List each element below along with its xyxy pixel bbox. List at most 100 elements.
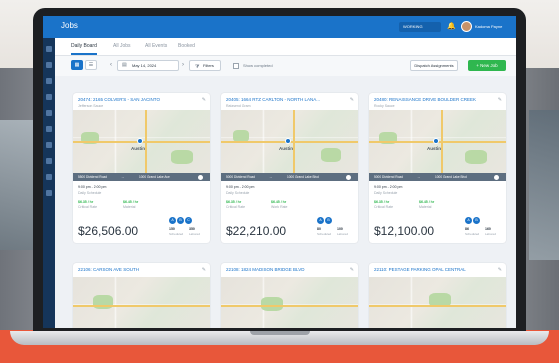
tech-avatar[interactable]: A — [465, 217, 472, 224]
route-end: 1000 Grand Lake Ave — [139, 175, 170, 179]
job-stat-2: 350 — [189, 227, 195, 231]
app-topbar: Jobs WORKING 🔔 Kadoma Payne — [43, 16, 516, 38]
tech-badges: ABC — [169, 208, 193, 224]
tab-booked[interactable]: Booked — [178, 43, 195, 49]
job-price: $22,210.00 — [226, 224, 287, 238]
job-title[interactable]: 20474: 2165 COLVER'S - SAN JACINTO — [78, 97, 160, 102]
tech-avatar[interactable]: C — [185, 217, 192, 224]
tech-avatar[interactable]: B — [473, 217, 480, 224]
job-card[interactable]: 20474: 2165 COLVER'S - SAN JACINTO Jeffe… — [73, 93, 210, 243]
job-map[interactable] — [73, 277, 210, 328]
chevron-left-icon[interactable]: ‹ — [107, 60, 115, 71]
bell-icon[interactable]: 🔔 — [447, 22, 456, 31]
sidebar-icon-customers[interactable] — [46, 94, 52, 100]
sidebar-icon-reports[interactable] — [46, 126, 52, 132]
job-stat-2: 160 — [485, 227, 491, 231]
map-city-label: Austin — [427, 146, 441, 151]
sidebar-icon-team[interactable] — [46, 142, 52, 148]
pencil-icon[interactable]: ✎ — [498, 97, 502, 103]
filter-icon: ⧩ — [195, 64, 200, 70]
route-arrow: → — [121, 175, 125, 179]
pencil-icon[interactable]: ✎ — [498, 267, 502, 273]
route-bar: 5000 Dividend Road → 1000 Grand Lake Blv… — [369, 173, 506, 181]
pencil-icon[interactable]: ✎ — [350, 267, 354, 273]
job-customer: Jefferson Sauce — [78, 104, 104, 108]
map-highway — [73, 305, 210, 307]
map-park — [465, 150, 487, 164]
job-type: Daily Schedule — [374, 191, 398, 195]
job-map[interactable] — [369, 277, 506, 328]
job-title[interactable]: 20480: RENAISSANCE DRIVE BOULDER CREEK — [374, 97, 476, 102]
new-job-button[interactable]: + New Job — [468, 60, 506, 71]
job-rate-2-label: Material — [419, 205, 432, 209]
route-arrow: → — [417, 175, 421, 179]
route-status-icon — [346, 174, 351, 180]
dispatch-assignments-button[interactable]: Dispatch Assignments — [410, 60, 458, 71]
tech-avatar[interactable]: A — [169, 217, 176, 224]
show-completed-checkbox[interactable] — [233, 63, 239, 69]
map-park — [261, 297, 283, 311]
route-bar: 5500 Dividend Road → 1000 Grand Lake Ave — [73, 173, 210, 181]
map-pin-icon[interactable] — [285, 138, 291, 144]
tab-all-jobs[interactable]: All Jobs — [113, 43, 131, 49]
job-card[interactable]: 22110: PESTAGE PARKING OPAL CENTRAL ✎ — [369, 263, 506, 328]
job-card[interactable]: 20480: RENAISSANCE DRIVE BOULDER CREEK R… — [369, 93, 506, 243]
job-rate-2: $6.45 / hr — [271, 200, 287, 204]
job-card[interactable]: 22106: CARSON AVE SOUTH ✎ — [73, 263, 210, 328]
sidebar-icon-help[interactable] — [46, 190, 52, 196]
job-rate-1: $6.35 / hr — [374, 200, 390, 204]
calendar-icon: ▤ — [122, 62, 127, 68]
sidebar-icon-calendar[interactable] — [46, 78, 52, 84]
sidebar-icon-inventory[interactable] — [46, 158, 52, 164]
tech-avatar[interactable]: A — [317, 217, 324, 224]
sidebar-icon-invoices[interactable] — [46, 110, 52, 116]
tab-all-events[interactable]: All Events — [145, 43, 167, 49]
show-completed-label: Show completed — [243, 63, 273, 68]
job-title[interactable]: 22108: 1824 MADISON BRIDGE BLVD — [226, 267, 304, 272]
sidebar-icon-home[interactable] — [46, 46, 52, 52]
job-title[interactable]: 20405: 1664 RTZ CARLTON - NORTH LANA... — [226, 97, 320, 102]
job-map[interactable]: Austin — [221, 110, 358, 173]
job-title[interactable]: 22110: PESTAGE PARKING OPAL CENTRAL — [374, 267, 466, 272]
job-title[interactable]: 22106: CARSON AVE SOUTH — [78, 267, 139, 272]
pencil-icon[interactable]: ✎ — [202, 267, 206, 273]
tech-avatar[interactable]: B — [325, 217, 332, 224]
job-card[interactable]: 22108: 1824 MADISON BRIDGE BLVD ✎ — [221, 263, 358, 328]
tab-daily-board[interactable]: Daily Board — [71, 43, 97, 49]
route-start: 5000 Dividend Road — [374, 175, 403, 179]
laptop-notch — [250, 331, 310, 335]
job-rate-2: $6.45 / hr — [123, 200, 139, 204]
job-time: 9:00 pm - 2:00 pm — [226, 185, 255, 189]
job-rate-2-label: Work Rate — [271, 205, 288, 209]
job-stat-1-label: Scheduled — [465, 232, 480, 236]
grid-view-icon[interactable]: ▦ — [71, 60, 83, 70]
job-time: 9:00 pm - 2:00 pm — [78, 185, 107, 189]
status-dropdown[interactable]: WORKING — [399, 22, 441, 32]
filters-label: Filters — [203, 63, 214, 68]
user-name[interactable]: Kadoma Payne — [475, 24, 502, 29]
job-stat-1-label: Scheduled — [317, 232, 332, 236]
job-map[interactable]: Austin — [73, 110, 210, 173]
map-highway — [441, 110, 443, 173]
sidebar-icon-jobs[interactable] — [46, 62, 52, 68]
tech-badges: AB — [465, 208, 481, 224]
map-city-label: Austin — [279, 146, 293, 151]
job-customer: Rocky Sauce — [374, 104, 395, 108]
pencil-icon[interactable]: ✎ — [350, 97, 354, 103]
map-highway — [369, 305, 506, 307]
chevron-right-icon[interactable]: › — [179, 60, 187, 71]
sidebar-icon-settings[interactable] — [46, 174, 52, 180]
job-card[interactable]: 20405: 1664 RTZ CARLTON - NORTH LANA... … — [221, 93, 358, 243]
job-stat-1-label: Scheduled — [169, 232, 184, 236]
job-map[interactable] — [221, 277, 358, 328]
app-title: Jobs — [61, 21, 78, 30]
date-picker[interactable]: ▤ May 14, 2024 — [117, 60, 179, 71]
job-map[interactable]: Austin — [369, 110, 506, 173]
list-view-icon[interactable]: ☰ — [85, 60, 97, 70]
map-pin-icon[interactable] — [137, 138, 143, 144]
filters-button[interactable]: ⧩ Filters — [189, 60, 221, 71]
map-pin-icon[interactable] — [433, 138, 439, 144]
avatar[interactable] — [461, 21, 472, 32]
tech-avatar[interactable]: B — [177, 217, 184, 224]
pencil-icon[interactable]: ✎ — [202, 97, 206, 103]
